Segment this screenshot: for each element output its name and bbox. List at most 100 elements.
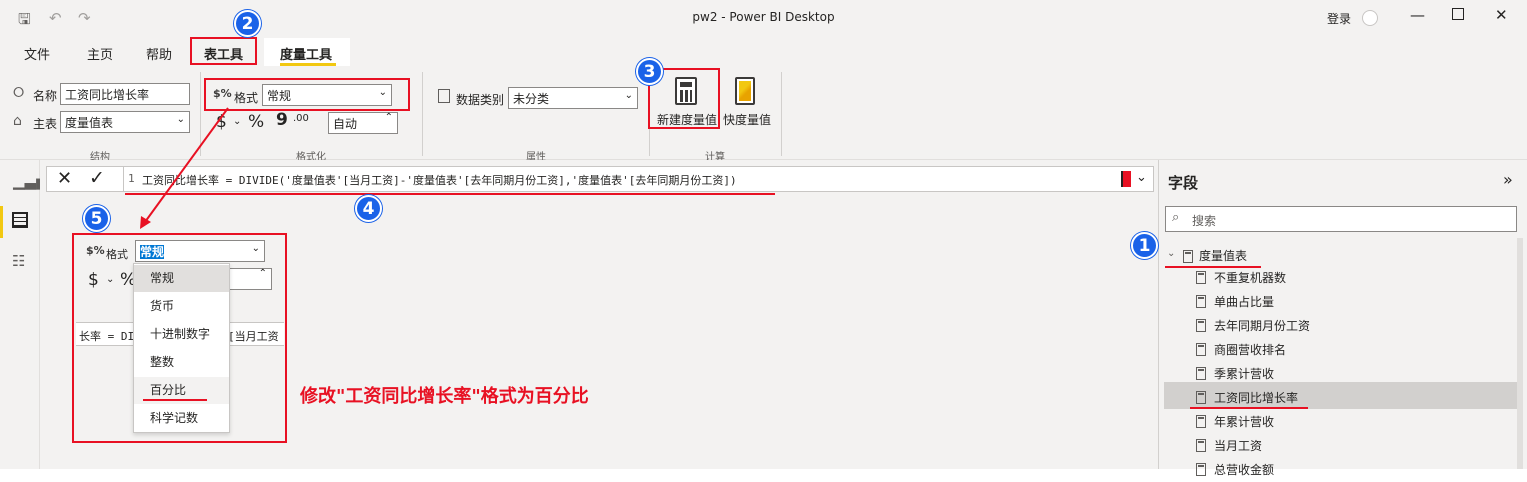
minimize-icon[interactable]: — [1410,6,1425,24]
maximize-icon[interactable] [1452,8,1464,20]
model-view-icon[interactable]: ☷ [12,252,25,270]
chevron-down-icon[interactable]: ⌄ [1136,170,1147,185]
field-label: 工资同比增长率 [1214,391,1299,405]
chevron-down-icon: ⌄ [378,87,387,98]
quick-measure-button[interactable]: 快度量值 [723,111,771,128]
field-label: 总营收金额 [1214,463,1275,477]
table-icon [1183,250,1193,263]
divider [422,72,423,156]
badge-1: 1 [1131,232,1158,259]
calculator-icon[interactable] [675,77,697,105]
comma-button[interactable]: 9 [276,110,288,130]
home-table-label: 主表 [33,117,58,131]
inset-format-select[interactable]: 常规 ⌄ [135,240,265,262]
formula-bar[interactable]: ✕ ✓ 1 工资同比增长率 = DIVIDE('度量值表'[当月工资]-'度量值… [46,166,1154,192]
option-integer[interactable]: 整数 [134,349,229,376]
badge-3: 3 [636,58,663,85]
inset-formula-right: [当月工资 [228,330,279,343]
field-item[interactable]: 总营收金额 [1196,458,1496,482]
field-item[interactable]: 去年同期月份工资 [1196,314,1496,338]
field-label: 商圈营收排名 [1214,343,1287,357]
fields-search[interactable]: ⌕ 搜索 [1165,206,1517,232]
category-icon [438,89,450,103]
percent-button[interactable]: % [248,112,264,132]
measure-icon [1196,295,1206,308]
field-item[interactable]: 年累计营收 [1196,410,1496,434]
table-name[interactable]: 度量值表 [1199,247,1247,264]
chevron-down-icon: ⌄ [624,90,633,101]
inset-formula-left: 长率 = DIV [79,330,141,343]
measure-icon [1196,463,1206,476]
field-item[interactable]: 当月工资 [1196,434,1496,458]
field-underline [1190,407,1308,409]
fields-title: 字段 [1168,174,1199,192]
option-decimal[interactable]: 十进制数字 [134,321,229,348]
signin-link[interactable]: 登录 [1327,10,1351,27]
field-item[interactable]: 单曲占比量 [1196,290,1496,314]
name-input[interactable]: 工资同比增长率 [60,83,190,105]
measure-icon [1196,415,1206,428]
home-icon: ⌂ [13,113,22,129]
chevron-down-icon[interactable]: ⌄ [1167,248,1175,259]
fields-scrollbar[interactable] [1517,238,1523,469]
data-category-label: 数据类别 [456,93,505,107]
decimals-stepper[interactable]: 自动 ⌃ [328,112,398,134]
collapse-pane-icon[interactable]: » [1503,170,1513,189]
new-measure-button[interactable]: 新建度量值 [657,111,717,128]
chevron-down-icon[interactable]: ⌄ [233,116,241,127]
divider [781,72,782,156]
avatar[interactable] [1362,10,1378,26]
formula-text[interactable]: 工资同比增长率 = DIVIDE('度量值表'[当月工资]-'度量值表'[去年同… [142,172,737,188]
field-label: 年累计营收 [1214,415,1275,429]
tag-icon: ⭘ [13,85,25,101]
chevron-down-icon: ⌄ [106,274,115,285]
view-nav: ▁▃▅ ☷ [0,160,48,469]
field-item[interactable]: 季累计营收 [1196,362,1496,386]
format-icon: $% [213,87,232,100]
divider [200,72,201,156]
tab-help[interactable]: 帮助 [146,44,172,63]
decimal-button[interactable]: .00 [293,113,309,124]
tab-measure-tools[interactable]: 度量工具 [280,44,332,63]
active-view-marker [0,206,3,238]
scroll-marker [1121,171,1131,187]
field-item[interactable]: 商圈营收排名 [1196,338,1496,362]
option-currency[interactable]: 货币 [134,293,229,320]
field-label: 当月工资 [1214,439,1263,453]
field-label: 不重复机器数 [1214,271,1287,285]
field-label: 单曲占比量 [1214,295,1275,309]
formula-underline [125,193,775,195]
format-select[interactable]: 常规 ⌄ [262,84,392,106]
close-icon[interactable]: ✕ [1495,6,1508,24]
measure-icon [1196,319,1206,332]
percentage-underline [143,399,207,401]
chevron-down-icon: ⌄ [251,243,260,254]
cancel-icon[interactable]: ✕ [57,168,72,189]
inset-currency[interactable]: $ [88,270,99,290]
commit-icon[interactable]: ✓ [89,167,105,189]
currency-button[interactable]: $ [216,112,227,132]
measure-icon [1196,343,1206,356]
badge-5: 5 [83,205,110,232]
window-title: pw2 - Power BI Desktop [692,10,835,24]
stepper-icon[interactable]: ⌃ [385,112,393,123]
tab-file[interactable]: 文件 [24,44,50,63]
measure-icon [1196,367,1206,380]
tab-table-tools[interactable]: 表工具 [204,44,243,63]
format-label: 格式 [234,91,259,105]
field-item[interactable]: 不重复机器数 [1196,266,1496,290]
tab-home[interactable]: 主页 [87,44,113,63]
search-placeholder: 搜索 [1192,214,1217,228]
home-table-select[interactable]: 度量值表 ⌄ [60,111,190,133]
option-scientific[interactable]: 科学记数 [134,405,229,432]
badge-2: 2 [234,10,261,37]
data-category-select[interactable]: 未分类 ⌄ [508,87,638,109]
quick-measure-icon[interactable] [735,77,755,105]
measure-icon [1196,271,1206,284]
option-general[interactable]: 常规 [134,265,229,292]
badge-4: 4 [355,195,382,222]
inset-stepper[interactable]: ⌃ [228,268,272,290]
data-view-icon[interactable] [12,212,28,228]
measure-icon [1196,439,1206,452]
name-label: 名称 [33,89,58,103]
